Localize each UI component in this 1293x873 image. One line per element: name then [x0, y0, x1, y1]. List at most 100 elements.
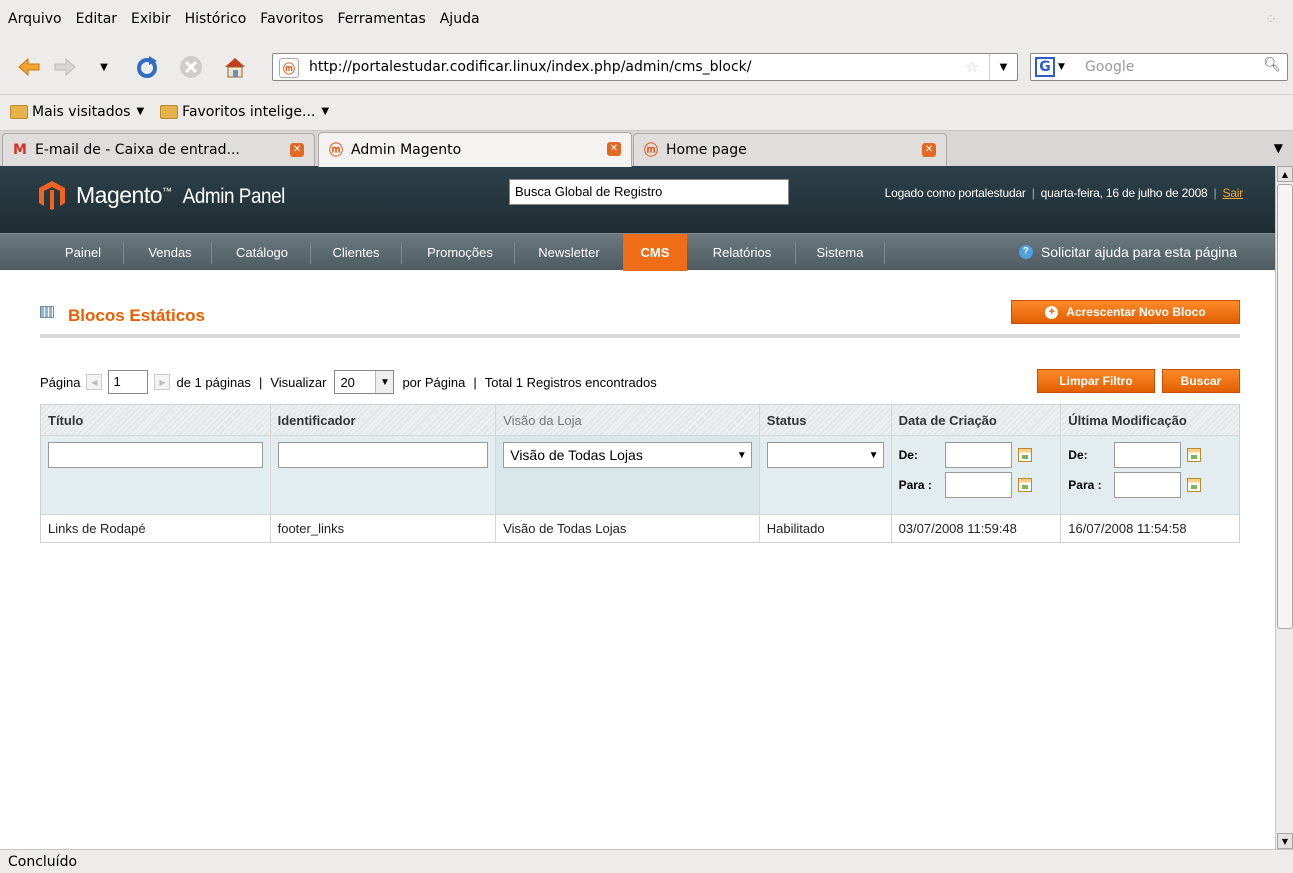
nav-catalogo[interactable]: Catálogo	[218, 234, 306, 271]
menu-ajuda[interactable]: Ajuda	[440, 11, 480, 27]
scroll-down-icon[interactable]: ▼	[1277, 833, 1293, 849]
modified-to-input[interactable]	[1114, 472, 1182, 498]
calendar-icon[interactable]	[1187, 478, 1202, 492]
col-status[interactable]: Status	[759, 405, 892, 435]
logout-link[interactable]: Sair	[1222, 186, 1243, 200]
nav-painel[interactable]: Painel	[50, 234, 116, 271]
search-engine-selector[interactable]: G ▼	[1035, 57, 1073, 77]
grid-header-row: Título Identificador Visão da Loja Statu…	[41, 405, 1239, 436]
calendar-icon[interactable]	[1017, 478, 1032, 492]
blocks-grid: Título Identificador Visão da Loja Statu…	[40, 404, 1240, 543]
magento-favicon-icon: ⓜ	[329, 143, 343, 159]
menu-exibir[interactable]: Exibir	[131, 11, 171, 27]
menu-favoritos[interactable]: Favoritos	[260, 11, 323, 27]
web-search-box[interactable]: G ▼ Google 🔍︎	[1030, 53, 1288, 81]
tab-home-page[interactable]: ⓜ Home page ✕	[633, 133, 947, 166]
nav-vendas[interactable]: Vendas	[130, 234, 210, 271]
grid-pager: Página ◀ 1 ▶ de 1 páginas | Visualizar 2…	[40, 370, 657, 394]
col-modified[interactable]: Última Modificação	[1061, 405, 1239, 435]
filter-store-view-select[interactable]: Visão de Todas Lojas ▼	[503, 442, 752, 468]
back-button[interactable]	[14, 52, 44, 82]
col-identifier[interactable]: Identificador	[270, 405, 497, 435]
from-label: De:	[1068, 448, 1088, 462]
vertical-scrollbar[interactable]: ▲ ▼	[1275, 166, 1293, 849]
home-button[interactable]	[220, 52, 250, 82]
col-store-view[interactable]: Visão da Loja	[496, 405, 760, 435]
table-row[interactable]: Links de Rodapé footer_links Visão de To…	[41, 515, 1239, 542]
grid-icon	[40, 306, 54, 318]
page-content: Magento™ Admin Panel Busca Global de Reg…	[0, 166, 1275, 849]
filter-title-input[interactable]	[48, 442, 263, 468]
page-label: Página	[40, 374, 81, 390]
previous-page-icon[interactable]: ◀	[86, 374, 103, 390]
close-tab-icon[interactable]: ✕	[922, 143, 936, 157]
filter-title-cell	[41, 436, 271, 514]
tab-email[interactable]: M E-mail de - Caixa de entrad... ✕	[2, 133, 315, 166]
reload-button[interactable]	[132, 52, 162, 82]
filter-identifier-input[interactable]	[277, 442, 489, 468]
bookmark-most-visited[interactable]: Mais visitados ▼	[10, 104, 144, 120]
col-created[interactable]: Data de Criação	[891, 405, 1062, 435]
global-search-input[interactable]: Busca Global de Registro	[509, 179, 789, 205]
list-all-tabs-button[interactable]: ▼	[1274, 141, 1283, 155]
stop-icon	[180, 56, 202, 78]
nav-relatorios[interactable]: Relatórios	[692, 234, 792, 271]
menu-ferramentas[interactable]: Ferramentas	[338, 11, 426, 27]
magento-favicon-icon: ⓜ	[644, 143, 658, 159]
from-label: De:	[898, 448, 918, 462]
magento-logo[interactable]: Magento™ Admin Panel	[38, 180, 291, 210]
store-view-value: Visão de Todas Lojas	[510, 447, 643, 463]
add-new-block-button[interactable]: + Acrescentar Novo Bloco	[1011, 300, 1240, 324]
next-page-icon[interactable]: ▶	[154, 374, 171, 390]
calendar-icon[interactable]	[1187, 448, 1202, 462]
modified-from-input[interactable]	[1114, 442, 1182, 468]
menu-editar[interactable]: Editar	[76, 11, 117, 27]
url-history-dropdown[interactable]: ▼	[989, 54, 1017, 80]
admin-main-nav: Painel Vendas Catálogo Clientes Promoçõe…	[0, 233, 1275, 271]
url-text[interactable]: http://portalestudar.codificar.linux/ind…	[309, 59, 751, 75]
page-count: de 1 páginas	[176, 374, 251, 390]
view-label: Visualizar	[270, 374, 327, 390]
page-title: Blocos Estáticos	[68, 306, 205, 325]
chevron-down-icon: ▼	[375, 371, 394, 393]
throbber-icon: ⁘	[1265, 12, 1277, 28]
reset-filter-button[interactable]: Limpar Filtro	[1037, 369, 1155, 393]
tab-admin-magento[interactable]: ⓜ Admin Magento ✕	[318, 132, 632, 167]
forward-button[interactable]	[50, 52, 80, 82]
created-to-input[interactable]	[944, 472, 1012, 498]
scrollbar-thumb[interactable]	[1277, 184, 1293, 629]
nav-sistema[interactable]: Sistema	[800, 234, 880, 271]
to-label: Para :	[898, 478, 932, 492]
search-button[interactable]: Buscar	[1162, 369, 1240, 393]
search-icon[interactable]: 🔍︎	[1263, 57, 1281, 73]
cell-store-view: Visão de Todas Lojas	[496, 515, 760, 542]
pager-separator: |	[258, 374, 263, 390]
forward-arrow-icon	[54, 57, 76, 77]
bookmark-smart[interactable]: Favoritos intelige... ▼	[160, 104, 329, 120]
close-tab-icon[interactable]: ✕	[607, 142, 621, 156]
menu-arquivo[interactable]: Arquivo	[8, 11, 62, 27]
nav-clientes[interactable]: Clientes	[316, 234, 396, 271]
calendar-icon[interactable]	[1017, 448, 1032, 462]
bookmark-star-icon[interactable]: ☆	[966, 58, 979, 76]
help-link[interactable]: ? Solicitar ajuda para esta página	[1018, 244, 1237, 260]
plus-icon: +	[1045, 305, 1059, 319]
search-placeholder[interactable]: Google	[1085, 59, 1134, 75]
scroll-up-icon[interactable]: ▲	[1277, 166, 1293, 182]
page-number-input[interactable]: 1	[108, 370, 149, 394]
nav-cms[interactable]: CMS	[623, 234, 687, 271]
per-page-select[interactable]: 20 ▼	[334, 370, 395, 394]
nav-promocoes[interactable]: Promoções	[408, 234, 512, 271]
history-dropdown-button[interactable]: ▼	[94, 52, 114, 82]
filter-status-select[interactable]: ▼	[766, 442, 884, 468]
menu-bar: Arquivo Editar Exibir Histórico Favorito…	[0, 0, 1293, 44]
close-tab-icon[interactable]: ✕	[290, 143, 304, 157]
created-from-input[interactable]	[944, 442, 1012, 468]
nav-newsletter[interactable]: Newsletter	[520, 234, 618, 271]
url-bar[interactable]: ⓜ http://portalestudar.codificar.linux/i…	[272, 53, 1018, 81]
menu-historico[interactable]: Histórico	[185, 11, 247, 27]
gmail-icon: M	[13, 142, 27, 158]
col-title[interactable]: Título	[41, 405, 271, 435]
chevron-down-icon: ▼	[100, 61, 108, 73]
stop-button[interactable]	[176, 52, 206, 82]
